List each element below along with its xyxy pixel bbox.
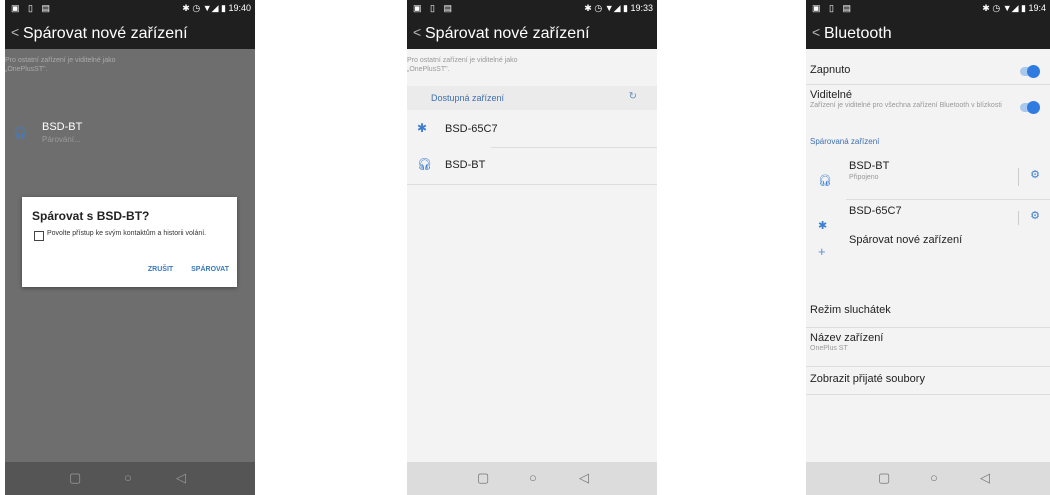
pair-button[interactable]: SPÁROVAT <box>191 266 229 273</box>
phone-pairing-dialog-screen: ▣ ▯ ▤ ✱ ◷ ▼◢ ▮ 19:40 < Spárovat nové zař… <box>5 0 255 495</box>
status-icons-left: ▣ ▯ ▤ <box>812 3 854 13</box>
contacts-access-checkbox[interactable] <box>34 231 44 241</box>
bluetooth-icon: ✱ <box>417 121 428 135</box>
device-name: BSD-65C7 <box>849 205 902 217</box>
available-devices-header: Dostupná zařízení ↻ <box>407 86 657 110</box>
device-name: BSD-65C7 <box>445 123 498 135</box>
nav-bar: ▢ ○ ◁ <box>806 462 1050 495</box>
status-bar: ▣ ▯ ▤ ✱ ◷ ▼◢ ▮ 19:4 <box>806 0 1050 17</box>
divider <box>491 147 657 148</box>
device-name-label: Název zařízení <box>810 332 884 344</box>
divider <box>407 184 657 185</box>
page-title: Spárovat nové zařízení <box>23 25 188 42</box>
bluetooth-on-row[interactable]: Zapnuto <box>810 64 1050 80</box>
status-icons-right: ✱ ◷ ▼◢ ▮ 19:33 <box>584 3 653 13</box>
device-row-pairing[interactable]: 🎧︎ BSD-BT Párování... <box>5 118 255 150</box>
separator <box>1018 168 1019 186</box>
visibility-info: Pro ostatní zařízení je viditelné jako „… <box>5 57 116 73</box>
divider <box>846 199 1050 200</box>
status-icons-left: ▣ ▯ ▤ <box>413 3 455 13</box>
device-status: Párování... <box>42 135 81 144</box>
visible-row[interactable]: Viditelné Zařízení je viditelné pro všec… <box>810 89 1050 123</box>
dialog-buttons: ZRUŠIT SPÁROVAT <box>132 266 229 273</box>
divider <box>806 366 1050 367</box>
back-arrow-icon[interactable]: < <box>413 24 421 40</box>
page-title: Spárovat nové zařízení <box>425 25 590 42</box>
recents-icon[interactable]: ▢ <box>477 470 489 486</box>
visible-label: Viditelné <box>810 89 852 101</box>
device-name-value: OnePlus ST <box>810 345 848 352</box>
pair-dialog: Spárovat s BSD-BT? Povolte přístup ke sv… <box>22 197 237 287</box>
headset-mode-label: Režim sluchátek <box>810 304 891 316</box>
bluetooth-icon: ✱ <box>818 220 828 232</box>
back-icon[interactable]: ◁ <box>579 470 589 486</box>
checkbox-label: Povolte přístup ke svým kontaktům a hist… <box>47 230 207 237</box>
gear-icon[interactable]: ⚙ <box>1030 209 1040 222</box>
cancel-button[interactable]: ZRUŠIT <box>148 266 173 273</box>
paired-devices-header: Spárovaná zařízení <box>810 137 880 146</box>
paired-device-row[interactable]: 🎧︎ BSD-BT Připojeno ⚙ <box>806 160 1050 194</box>
phone-bluetooth-settings-screen: ▣ ▯ ▤ ✱ ◷ ▼◢ ▮ 19:4 < Bluetooth Zapnuto … <box>806 0 1050 495</box>
device-status: Připojeno <box>849 174 879 181</box>
pair-new-label: Spárovat nové zařízení <box>849 234 963 246</box>
nav-bar: ▢ ○ ◁ <box>5 462 255 495</box>
divider <box>806 327 1050 328</box>
back-arrow-icon[interactable]: < <box>11 24 19 40</box>
status-bar: ▣ ▯ ▤ ✱ ◷ ▼◢ ▮ 19:33 <box>407 0 657 17</box>
headphones-icon: 🎧︎ <box>818 175 832 187</box>
divider <box>806 84 1050 85</box>
app-bar: < Bluetooth <box>806 17 1050 49</box>
recents-icon[interactable]: ▢ <box>878 470 890 486</box>
received-files-label: Zobrazit přijaté soubory <box>810 373 925 385</box>
plus-icon: + <box>818 244 826 259</box>
recents-icon[interactable]: ▢ <box>69 470 81 486</box>
back-arrow-icon[interactable]: < <box>812 24 820 40</box>
device-name: BSD-BT <box>445 159 486 171</box>
home-icon[interactable]: ○ <box>529 470 537 485</box>
device-name: BSD-BT <box>42 121 83 133</box>
nav-bar: ▢ ○ ◁ <box>407 462 657 495</box>
dialog-title: Spárovat s BSD-BT? <box>32 209 150 223</box>
received-files-row[interactable]: Zobrazit přijaté soubory <box>810 373 1050 389</box>
device-row[interactable]: ✱ BSD-65C7 <box>407 114 657 144</box>
separator <box>1018 211 1019 225</box>
pair-new-row[interactable]: + Spárovat nové zařízení <box>806 234 1050 268</box>
gear-icon[interactable]: ⚙ <box>1030 168 1040 181</box>
phone-available-devices-screen: ▣ ▯ ▤ ✱ ◷ ▼◢ ▮ 19:33 < Spárovat nové zař… <box>407 0 657 495</box>
visibility-toggle[interactable] <box>1020 101 1040 114</box>
device-row[interactable]: 🎧︎ BSD-BT <box>407 150 657 180</box>
headphones-icon: 🎧︎ <box>13 126 29 140</box>
visibility-info: Pro ostatní zařízení je viditelné jako „… <box>407 57 518 73</box>
on-label: Zapnuto <box>810 64 851 76</box>
home-icon[interactable]: ○ <box>930 470 938 485</box>
home-icon[interactable]: ○ <box>124 470 132 485</box>
app-bar: < Spárovat nové zařízení <box>407 17 657 49</box>
visible-sub: Zařízení je viditelné pro všechna zaříze… <box>810 102 1002 109</box>
status-icons-left: ▣ ▯ ▤ <box>11 3 53 13</box>
headphones-icon: 🎧︎ <box>417 157 433 171</box>
back-icon[interactable]: ◁ <box>980 470 990 486</box>
section-title: Dostupná zařízení <box>431 93 505 103</box>
bluetooth-toggle[interactable] <box>1020 65 1040 78</box>
status-icons-right: ✱ ◷ ▼◢ ▮ 19:4 <box>982 3 1046 13</box>
device-name: BSD-BT <box>849 160 890 172</box>
status-bar: ▣ ▯ ▤ ✱ ◷ ▼◢ ▮ 19:40 <box>5 0 255 17</box>
status-icons-right: ✱ ◷ ▼◢ ▮ 19:40 <box>182 3 251 13</box>
divider <box>806 394 1050 395</box>
device-name-row[interactable]: Název zařízení OnePlus ST <box>810 332 1050 356</box>
app-bar: < Spárovat nové zařízení <box>5 17 255 49</box>
refresh-icon[interactable]: ↻ <box>629 91 637 102</box>
headset-mode-row[interactable]: Režim sluchátek <box>810 304 1050 320</box>
page-title: Bluetooth <box>824 25 892 42</box>
back-icon[interactable]: ◁ <box>176 470 186 486</box>
